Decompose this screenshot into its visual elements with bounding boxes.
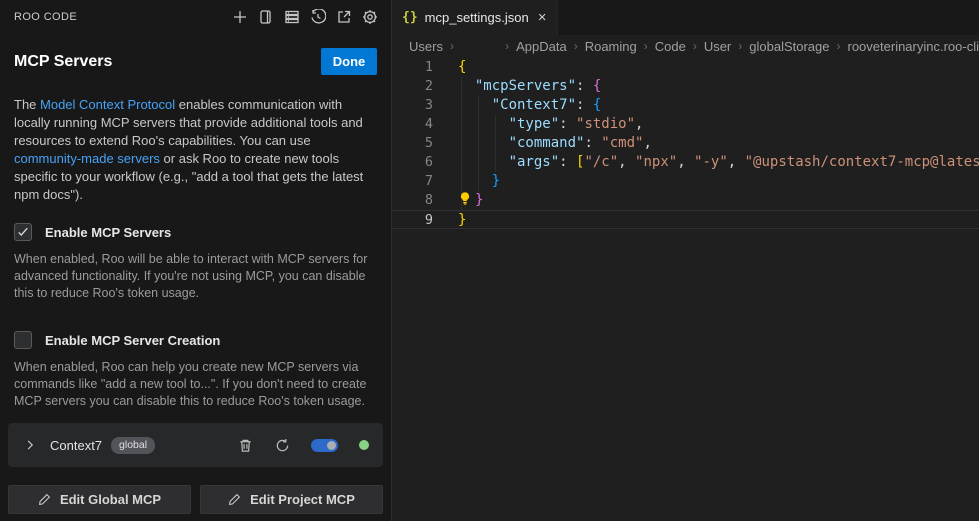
editor-tabbar: {} mcp_settings.json ×: [392, 0, 979, 35]
edit-global-mcp-button[interactable]: Edit Global MCP: [8, 485, 191, 514]
tab-mcp-settings-json[interactable]: {} mcp_settings.json ×: [392, 0, 558, 35]
server-status-indicator: [359, 440, 369, 450]
enable-mcp-servers-description: When enabled, Roo will be able to intera…: [14, 251, 372, 302]
page-title: MCP Servers: [14, 53, 112, 71]
json-file-icon: {}: [402, 10, 418, 25]
editor-pane: {} mcp_settings.json × Users › › AppData › Ro…: [392, 0, 979, 521]
code-line[interactable]: 4 "type": "stdio",: [392, 115, 979, 134]
model-context-protocol-link[interactable]: Model Context Protocol: [40, 97, 175, 112]
line-number: 4: [392, 115, 433, 134]
line-number: 5: [392, 134, 433, 153]
breadcrumb-item[interactable]: User: [704, 39, 731, 54]
page-header: MCP Servers Done: [0, 34, 391, 75]
line-number: 8: [392, 191, 433, 210]
code-line[interactable]: 9}: [392, 210, 979, 229]
chevron-right-icon: ›: [450, 39, 454, 53]
popout-icon[interactable]: [336, 9, 352, 25]
enable-mcp-servers-label: Enable MCP Servers: [45, 225, 171, 240]
enable-mcp-creation-checkbox[interactable]: [14, 331, 32, 349]
server-icon[interactable]: [284, 9, 300, 25]
chevron-right-icon: ›: [693, 39, 697, 53]
edit-project-mcp-button[interactable]: Edit Project MCP: [200, 485, 383, 514]
line-number: 6: [392, 153, 433, 172]
server-row-context7[interactable]: Context7 global: [8, 423, 383, 467]
code-line[interactable]: 6 "args": ["/c", "npx", "-y", "@upstash/…: [392, 153, 979, 172]
extension-title: ROO CODE: [14, 11, 77, 23]
server-scope-badge: global: [111, 437, 155, 454]
notebook-icon[interactable]: [258, 9, 274, 25]
line-number: 7: [392, 172, 433, 191]
enable-mcp-servers-section: Enable MCP Servers When enabled, Roo wil…: [0, 223, 391, 302]
chevron-right-icon: ›: [505, 39, 509, 53]
line-number: 9: [392, 211, 433, 228]
pencil-icon: [38, 493, 51, 506]
plus-icon[interactable]: [232, 9, 248, 25]
enable-mcp-servers-checkbox[interactable]: [14, 223, 32, 241]
intro-text: The: [14, 97, 40, 112]
code-line[interactable]: 7 }: [392, 172, 979, 191]
roo-code-panel: ROO CODE: [0, 0, 392, 521]
enable-mcp-creation-label: Enable MCP Server Creation: [45, 333, 220, 348]
app-window: ROO CODE: [0, 0, 979, 521]
breadcrumb-item[interactable]: globalStorage: [749, 39, 829, 54]
chevron-right-icon: ›: [738, 39, 742, 53]
enable-mcp-creation-description: When enabled, Roo can help you create ne…: [14, 359, 372, 410]
breadcrumb-item[interactable]: Roaming: [585, 39, 637, 54]
server-name: Context7: [50, 438, 102, 453]
tab-filename: mcp_settings.json: [425, 10, 529, 25]
pencil-icon: [228, 493, 241, 506]
breadcrumb-item[interactable]: rooveterinaryinc.roo-cli: [848, 39, 979, 54]
server-enabled-toggle[interactable]: [311, 439, 338, 452]
delete-server-icon[interactable]: [237, 437, 253, 453]
chevron-right-icon: ›: [837, 39, 841, 53]
history-icon[interactable]: [310, 9, 326, 25]
panel-toolbar: [232, 9, 378, 25]
enable-mcp-creation-section: Enable MCP Server Creation When enabled,…: [0, 331, 391, 410]
panel-header: ROO CODE: [0, 0, 391, 34]
code-line[interactable]: 2 "mcpServers": {: [392, 77, 979, 96]
restart-server-icon[interactable]: [274, 437, 290, 453]
done-button[interactable]: Done: [321, 48, 377, 75]
breadcrumb-item[interactable]: AppData: [516, 39, 567, 54]
chevron-right-icon[interactable]: [22, 437, 38, 453]
breadcrumb-item[interactable]: Code: [655, 39, 686, 54]
edit-project-mcp-label: Edit Project MCP: [250, 492, 355, 507]
code-line[interactable]: 3 "Context7": {: [392, 96, 979, 115]
code-line[interactable]: 8}: [392, 191, 979, 210]
lightbulb-icon[interactable]: [458, 191, 475, 212]
chevron-right-icon: ›: [644, 39, 648, 53]
community-servers-link[interactable]: community-made servers: [14, 151, 160, 166]
line-number: 2: [392, 77, 433, 96]
gear-icon[interactable]: [362, 9, 378, 25]
mcp-edit-buttons: Edit Global MCP Edit Project MCP: [8, 485, 383, 514]
breadcrumb: Users › › AppData › Roaming › Code › User › globalS…: [392, 35, 979, 57]
intro-paragraph: The Model Context Protocol enables commu…: [0, 75, 392, 204]
line-number: 3: [392, 96, 433, 115]
breadcrumb-item[interactable]: Users: [409, 39, 443, 54]
edit-global-mcp-label: Edit Global MCP: [60, 492, 161, 507]
chevron-right-icon: ›: [574, 39, 578, 53]
code-editor[interactable]: 1{2 "mcpServers": {3 "Context7": {4 "typ…: [392, 57, 979, 521]
code-line[interactable]: 1{: [392, 58, 979, 77]
code-line[interactable]: 5 "command": "cmd",: [392, 134, 979, 153]
close-tab-icon[interactable]: ×: [536, 9, 549, 26]
line-number: 1: [392, 58, 433, 77]
